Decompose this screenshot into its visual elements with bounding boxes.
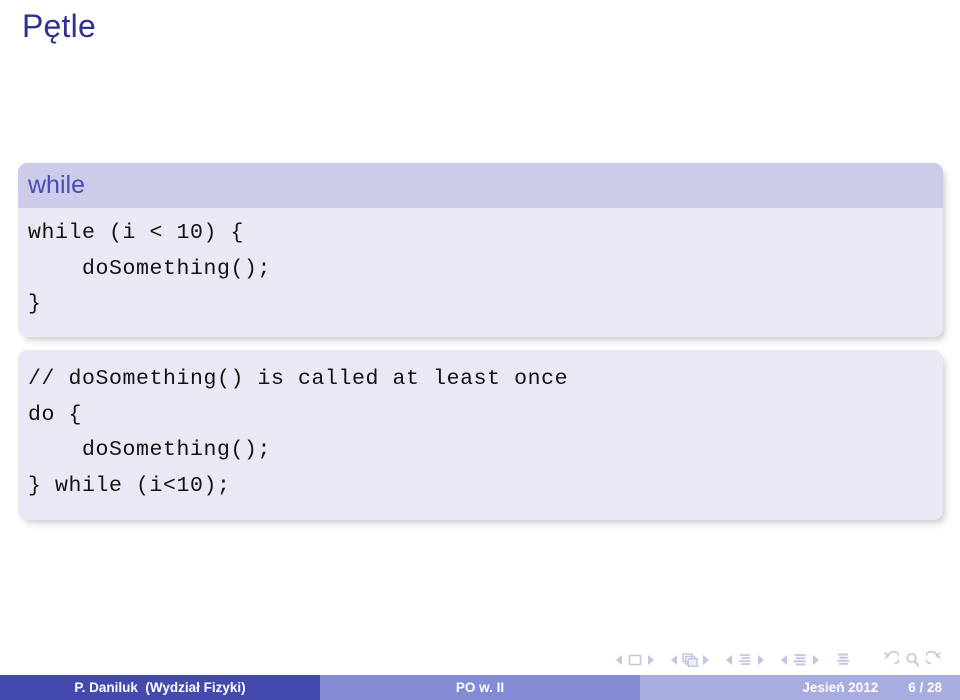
block-while: while while (i < 10) { doSomething(); } [18, 163, 943, 337]
code-line: } [28, 292, 42, 316]
code-line: do { [28, 402, 83, 427]
next-subsection-icon[interactable] [758, 655, 764, 665]
frame-icon[interactable] [680, 651, 700, 669]
search-icon[interactable] [904, 651, 924, 669]
nav-group-presentation[interactable] [833, 651, 853, 669]
nav-group-slide[interactable] [613, 651, 657, 669]
block-while-title: while [18, 163, 943, 208]
footer-author-text: P. Daniluk (Wydział Fizyki) [74, 680, 246, 695]
prev-subsection-icon[interactable] [726, 655, 732, 665]
prev-frame-icon[interactable] [671, 655, 677, 665]
footer-author-segment: P. Daniluk (Wydział Fizyki) [0, 675, 320, 700]
nav-group-arrows[interactable] [882, 651, 946, 669]
subsection-icon[interactable] [735, 651, 755, 669]
prev-section-icon[interactable] [781, 655, 787, 665]
beamer-navigation-bar[interactable] [613, 648, 946, 672]
next-slide-icon[interactable] [648, 655, 654, 665]
code-line: doSomething(); [28, 438, 272, 462]
code-line: } while (i<10); [28, 473, 231, 498]
block-do-while: // doSomething() is called at least once… [18, 350, 943, 520]
nav-group-section[interactable] [778, 651, 822, 669]
prev-slide-icon[interactable] [616, 655, 622, 665]
next-frame-icon[interactable] [703, 655, 709, 665]
block-do-while-body: // doSomething() is called at least once… [18, 350, 943, 520]
back-arrow-icon[interactable] [882, 651, 902, 669]
footer-course-segment: PO w. II [320, 675, 640, 700]
slide-content: Pętle while while (i < 10) { doSomething… [0, 0, 960, 640]
next-section-icon[interactable] [813, 655, 819, 665]
presentation-icon[interactable] [833, 651, 853, 669]
block-while-body: while (i < 10) { doSomething(); } [18, 208, 943, 337]
section-icon[interactable] [790, 651, 810, 669]
footer-bar: P. Daniluk (Wydział Fizyki) PO w. II Jes… [0, 675, 960, 700]
code-line: // doSomething() is called at least once [28, 367, 569, 391]
footer-meta-segment: Jesień 2012 6 / 28 [640, 675, 960, 700]
nav-group-frame[interactable] [668, 651, 712, 669]
code-line: while (i < 10) { [28, 221, 245, 245]
footer-date-text: Jesień 2012 [802, 680, 879, 695]
code-line: doSomething(); [28, 256, 272, 281]
footer-page-number: 6 / 28 [908, 680, 942, 695]
forward-arrow-icon[interactable] [926, 651, 946, 669]
nav-group-subsection[interactable] [723, 651, 767, 669]
page-title: Pętle [22, 8, 96, 44]
slide-icon[interactable] [625, 651, 645, 669]
footer-course-text: PO w. II [455, 680, 505, 695]
